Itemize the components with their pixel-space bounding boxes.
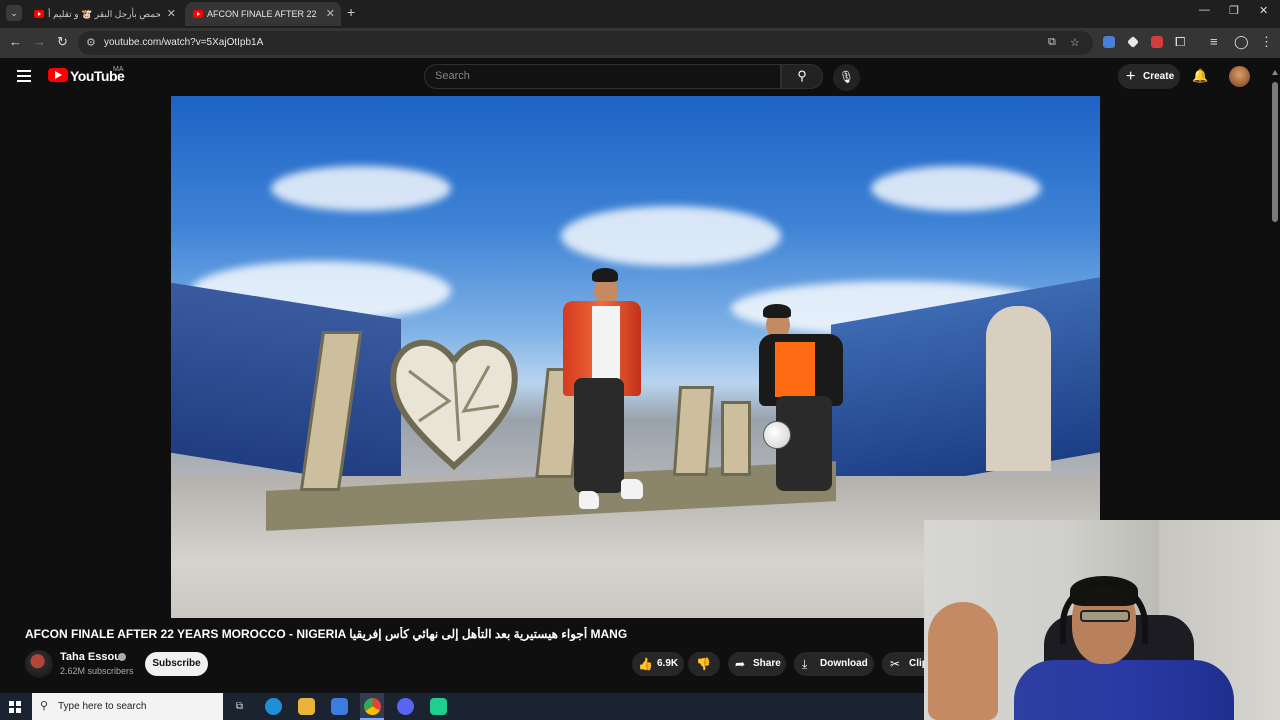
streamer-hoodie: [1014, 660, 1234, 720]
like-count: 6.9K: [657, 658, 679, 669]
scissors-icon: ✂: [890, 657, 901, 671]
account-avatar[interactable]: [1229, 66, 1250, 87]
building-tower: [986, 306, 1051, 471]
search-icon: ⚲: [797, 68, 807, 83]
chrome-browser-icon[interactable]: [364, 698, 381, 715]
back-icon[interactable]: ←: [9, 34, 22, 49]
subscriber-count: 2.62M subscribers: [60, 666, 134, 676]
verified-badge-icon: [118, 653, 126, 661]
video-title: AFCON FINALE AFTER 22 YEARS MOROCCO - NI…: [25, 627, 628, 641]
new-tab-button[interactable]: +: [347, 4, 355, 20]
search-icon: ⚲: [40, 700, 49, 712]
extensions-puzzle-icon[interactable]: ⧠: [1175, 34, 1185, 50]
channel-name[interactable]: Taha Essou: [60, 651, 121, 663]
extension-red-icon[interactable]: [1151, 36, 1163, 48]
discord-icon[interactable]: [397, 698, 414, 715]
youtube-favicon-icon: [193, 10, 203, 18]
minimize-icon[interactable]: —: [1199, 4, 1210, 16]
building-left: [171, 282, 401, 490]
microphone-icon: 🎙: [838, 70, 855, 84]
tab-title: AFCON FINALE AFTER 22 YEARS: [207, 9, 319, 19]
clip-button[interactable]: ✂ Clip: [882, 652, 924, 676]
browser-tab-inactive[interactable]: الحمص بأرجل البقر 🐮 و تقليم أ... ✕: [26, 2, 182, 26]
file-explorer-icon[interactable]: [298, 698, 315, 715]
forward-icon[interactable]: →: [33, 34, 46, 49]
streamer-hand: [928, 602, 998, 720]
translate-extension-icon[interactable]: [1103, 36, 1115, 48]
profile-icon[interactable]: ◯: [1234, 34, 1249, 50]
site-info-icon[interactable]: ⚙: [86, 36, 96, 49]
youtube-header: YouTube MA Search ⚲ 🎙 + Create 🔔: [0, 58, 1280, 95]
install-app-icon[interactable]: ⧉: [1048, 36, 1056, 49]
search-input[interactable]: Search: [424, 64, 781, 89]
glasses: [1080, 610, 1130, 622]
country-code: MA: [113, 66, 124, 73]
share-arrow-icon: ➦: [735, 657, 746, 671]
like-button[interactable]: 👍 6.9K: [632, 652, 684, 676]
chrome-menu-icon[interactable]: ⋮: [1260, 34, 1273, 50]
close-window-icon[interactable]: ✕: [1259, 4, 1268, 17]
edge-browser-icon[interactable]: [265, 698, 282, 715]
windows-taskbar: ⚲ Type here to search ⧉: [0, 693, 924, 720]
extension-diamond-icon[interactable]: [1127, 36, 1139, 48]
close-tab-icon[interactable]: ✕: [167, 2, 176, 26]
sneaker: [579, 491, 599, 509]
reload-icon[interactable]: ↻: [57, 34, 68, 50]
scroll-up-arrow-icon[interactable]: [1272, 70, 1278, 75]
microsoft-store-icon[interactable]: [331, 698, 348, 715]
download-label: Download: [820, 658, 868, 669]
soccer-ball-icon: [763, 421, 791, 449]
create-label: Create: [1143, 71, 1175, 82]
webcam-overlay: [924, 520, 1280, 720]
download-button[interactable]: ⤓ Download: [794, 652, 874, 676]
search-button[interactable]: ⚲: [781, 64, 823, 89]
app-icon[interactable]: [430, 698, 447, 715]
url-text: youtube.com/watch?v=5XajOtIpb1A: [104, 37, 264, 48]
channel-avatar[interactable]: [25, 650, 53, 678]
clip-label: Clip: [909, 658, 924, 669]
browser-toolbar: ← → ↻ ⚙ youtube.com/watch?v=5XajOtIpb1A …: [0, 28, 1280, 58]
search-placeholder: Search: [435, 70, 470, 82]
browser-tab-active[interactable]: AFCON FINALE AFTER 22 YEARS ✕: [185, 2, 341, 26]
menu-hamburger-icon[interactable]: [17, 70, 31, 82]
orange-shirt: [775, 342, 815, 397]
media-control-icon[interactable]: ≡: [1210, 34, 1218, 49]
dislike-button[interactable]: 👎: [688, 652, 720, 676]
scroll-thumb[interactable]: [1272, 82, 1278, 222]
restore-icon[interactable]: ❐: [1229, 4, 1239, 17]
cloud: [561, 206, 781, 266]
tab-title: الحمص بأرجل البقر 🐮 و تقليم أ...: [48, 9, 160, 19]
close-tab-icon[interactable]: ✕: [326, 2, 335, 26]
bookmark-star-icon[interactable]: ☆: [1070, 36, 1080, 49]
taskbar-search-placeholder: Type here to search: [58, 701, 147, 712]
taskbar-search-input[interactable]: ⚲ Type here to search: [32, 693, 223, 720]
thumbs-down-icon: 👎: [696, 657, 711, 671]
plus-icon: +: [1126, 68, 1136, 85]
white-tshirt: [592, 306, 620, 381]
youtube-favicon-icon: [34, 10, 44, 18]
task-view-icon[interactable]: ⧉: [231, 698, 248, 715]
windows-start-icon[interactable]: [9, 701, 21, 713]
cloud: [871, 166, 1041, 211]
tab-search-button[interactable]: ⌄: [6, 5, 22, 21]
sign-letter-a: [672, 386, 715, 476]
youtube-logo-icon[interactable]: [48, 68, 68, 82]
notifications-bell-icon[interactable]: 🔔: [1192, 68, 1208, 84]
create-button[interactable]: + Create: [1118, 64, 1180, 89]
browser-tab-strip: ⌄ الحمص بأرجل البقر 🐮 و تقليم أ... ✕ AFC…: [0, 0, 1280, 28]
cloud: [271, 166, 451, 211]
sneaker: [621, 479, 643, 499]
share-label: Share: [753, 658, 781, 669]
download-icon: ⤓: [802, 657, 808, 671]
share-button[interactable]: ➦ Share: [728, 652, 786, 676]
thumbs-up-icon: 👍: [638, 657, 653, 671]
sign-letter-b: [721, 401, 751, 476]
subscribe-button[interactable]: Subscribe: [145, 652, 208, 676]
black-pants: [574, 378, 624, 493]
player-beanie: [763, 304, 791, 318]
address-bar[interactable]: ⚙ youtube.com/watch?v=5XajOtIpb1A ⧉ ☆: [78, 31, 1093, 55]
voice-search-button[interactable]: 🎙: [833, 64, 860, 91]
sign-heart-icon: [390, 339, 518, 471]
player-cap: [592, 268, 618, 282]
